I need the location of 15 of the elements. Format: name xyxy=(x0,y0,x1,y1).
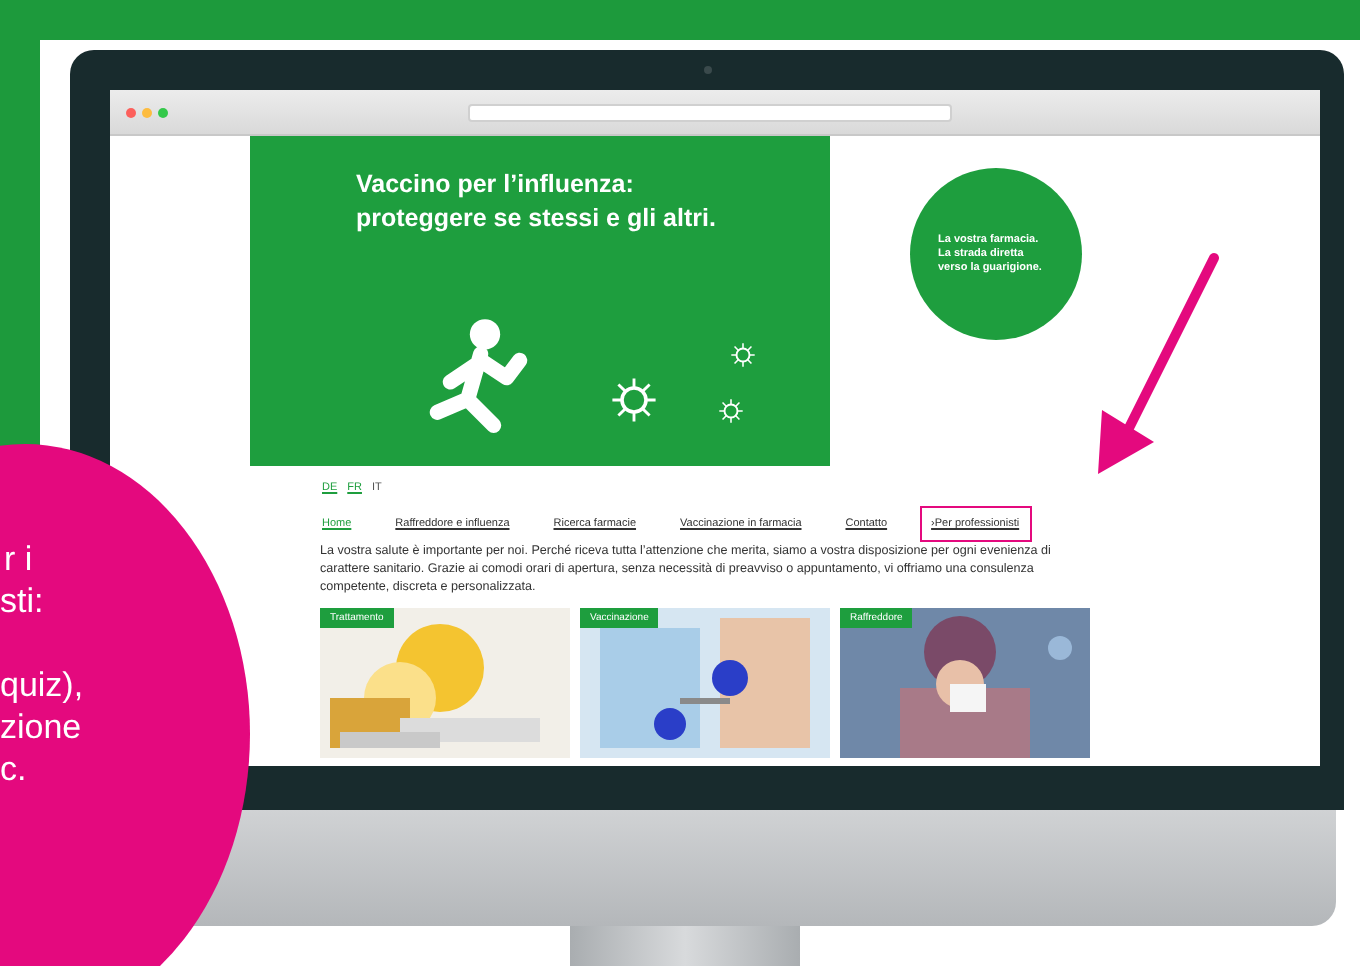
callout-text: zione xyxy=(0,706,82,748)
virus-icon xyxy=(718,398,744,424)
banner-headline: proteggere se stessi e gli altri. xyxy=(356,202,716,236)
address-field[interactable] xyxy=(468,103,952,121)
callout-text: r i xyxy=(4,538,33,580)
minimize-icon[interactable] xyxy=(142,107,152,117)
callout-text: c. xyxy=(0,748,27,790)
banner-headline: Vaccino per l’influenza: xyxy=(356,168,636,202)
maximize-icon[interactable] xyxy=(158,107,168,117)
camera-icon xyxy=(704,66,712,74)
callout-text: sti: xyxy=(0,580,44,622)
callout-text: quiz), xyxy=(0,664,84,706)
virus-icon xyxy=(610,376,658,424)
virus-icon xyxy=(730,342,756,368)
close-icon[interactable] xyxy=(126,107,136,117)
